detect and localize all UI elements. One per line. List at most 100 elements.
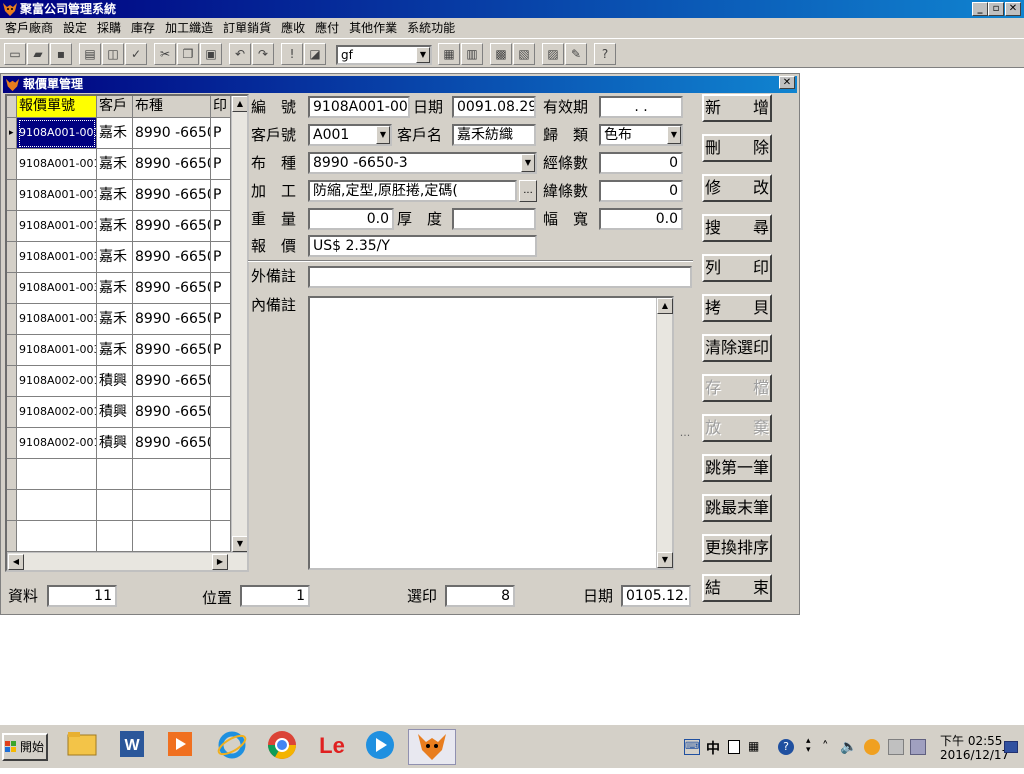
column-header-quote-no[interactable]: 報價單號: [17, 96, 97, 118]
no-field[interactable]: 9108A001-001: [308, 96, 410, 118]
grid-icon[interactable]: ▦: [438, 43, 460, 65]
process-browse-button[interactable]: ...: [519, 180, 537, 202]
first-record-button[interactable]: 跳第一筆: [702, 454, 772, 482]
redo-icon[interactable]: ↷: [252, 43, 274, 65]
word-icon[interactable]: W: [112, 729, 152, 765]
grid-cell-print[interactable]: P: [211, 149, 231, 180]
clock-date[interactable]: 2016/12/17: [940, 748, 1009, 762]
fabric-select[interactable]: 8990 -6650-3 ▼: [308, 152, 537, 174]
help-icon[interactable]: ?: [594, 43, 616, 65]
category-select[interactable]: 色布 ▼: [599, 124, 683, 146]
volume-icon[interactable]: 🔈: [840, 739, 857, 755]
grid-cell-print[interactable]: P: [211, 273, 231, 304]
ime-mode-icon[interactable]: [728, 740, 740, 754]
grid-cell-customer[interactable]: 嘉禾: [97, 304, 133, 335]
warp-field[interactable]: 0: [599, 152, 683, 174]
edit-button[interactable]: 修 改: [702, 174, 772, 202]
menu-item-processing[interactable]: 加工纖造: [160, 18, 218, 38]
row-indicator[interactable]: [7, 180, 17, 211]
ime-settings-icon[interactable]: ▦: [748, 739, 759, 753]
grid-cell-quote-no[interactable]: 9108A002-001: [17, 366, 97, 397]
row-indicator[interactable]: ▸: [7, 118, 17, 149]
scroll-up-icon[interactable]: ▲: [232, 96, 247, 112]
grid-cell-print[interactable]: [211, 366, 231, 397]
menu-item-inventory[interactable]: 庫存: [126, 18, 160, 38]
row-indicator[interactable]: [7, 428, 17, 459]
grid-cell-quote-no[interactable]: 9108A001-003: [17, 335, 97, 366]
weft-field[interactable]: 0: [599, 180, 683, 202]
grid-empty-cell[interactable]: [17, 459, 97, 490]
row-indicator[interactable]: [7, 273, 17, 304]
paste-icon[interactable]: ▣: [200, 43, 222, 65]
grid-cell-print[interactable]: P: [211, 211, 231, 242]
grid-cell-print[interactable]: P: [211, 335, 231, 366]
ime-indicator[interactable]: 中: [706, 738, 720, 758]
grid-cell-fabric[interactable]: 8990 -6650: [133, 273, 211, 304]
grid-horizontal-scrollbar[interactable]: ◀ ▶: [7, 552, 247, 570]
grid-cell-print[interactable]: P: [211, 180, 231, 211]
edit-icon[interactable]: ✎: [565, 43, 587, 65]
clear-selection-button[interactable]: 清除選印: [702, 334, 772, 362]
row-indicator[interactable]: [7, 397, 17, 428]
open-folder-icon[interactable]: ▰: [27, 43, 49, 65]
grid-empty-cell[interactable]: [133, 490, 211, 521]
scroll-left-icon[interactable]: ◀: [8, 554, 24, 570]
last-record-button[interactable]: 跳最末筆: [702, 494, 772, 522]
save-button[interactable]: 存 檔: [702, 374, 772, 402]
grid-cell-quote-no[interactable]: 9108A001-003: [17, 242, 97, 273]
le-app-icon[interactable]: Le: [312, 729, 352, 765]
font-combo[interactable]: gf ▼: [336, 45, 432, 65]
grid-cell-customer[interactable]: 嘉禾: [97, 335, 133, 366]
chevron-down-icon[interactable]: ▼: [667, 126, 681, 144]
date-field[interactable]: 0091.08.29: [452, 96, 536, 118]
chevron-down-icon[interactable]: ▼: [416, 47, 430, 63]
scroll-down-icon[interactable]: ▼: [657, 552, 673, 568]
menu-item-payable[interactable]: 應付: [310, 18, 344, 38]
menu-item-orders[interactable]: 訂單銷貨: [218, 18, 276, 38]
row-indicator[interactable]: [7, 335, 17, 366]
file-explorer-icon[interactable]: [62, 729, 102, 765]
column-header-fabric[interactable]: 布種: [133, 96, 211, 118]
grid-cell-customer[interactable]: 積興: [97, 397, 133, 428]
grid-cell-print[interactable]: P: [211, 242, 231, 273]
grid-cell-fabric[interactable]: 8990 -6650: [133, 335, 211, 366]
price-field[interactable]: US$ 2.35/Y: [308, 235, 537, 257]
search-button[interactable]: 搜 尋: [702, 214, 772, 242]
grid-cell-fabric[interactable]: 8990 -6650: [133, 366, 211, 397]
grid-cell-quote-no[interactable]: 9108A002-001: [17, 428, 97, 459]
grid-empty-cell[interactable]: [133, 521, 211, 552]
column-header-print[interactable]: 印: [211, 96, 231, 118]
grid-cell-customer[interactable]: 嘉禾: [97, 242, 133, 273]
width-field[interactable]: 0.0: [599, 208, 683, 230]
row-indicator[interactable]: [7, 242, 17, 273]
grid-cell-fabric[interactable]: 8990 -6650: [133, 211, 211, 242]
row-indicator[interactable]: [7, 304, 17, 335]
grid-cell-fabric[interactable]: 8990 -6650: [133, 397, 211, 428]
cust-name-field[interactable]: 嘉禾紡織: [452, 124, 536, 146]
grid-cell-quote-no[interactable]: 9108A001-001: [17, 211, 97, 242]
database-icon[interactable]: ▩: [490, 43, 512, 65]
chevron-down-icon[interactable]: ▼: [376, 126, 390, 144]
grid-cell-customer[interactable]: 嘉禾: [97, 118, 133, 149]
column-header-customer[interactable]: 客戶: [97, 96, 133, 118]
thick-field[interactable]: [452, 208, 536, 230]
grid-empty-cell[interactable]: [97, 521, 133, 552]
exclamation-icon[interactable]: !: [281, 43, 303, 65]
spellcheck-icon[interactable]: ✓: [125, 43, 147, 65]
new-file-icon[interactable]: ▭: [4, 43, 26, 65]
row-indicator[interactable]: [7, 490, 17, 521]
add-button[interactable]: 新 增: [702, 94, 772, 122]
grid-cell-quote-no[interactable]: 9108A001-001: [17, 118, 97, 149]
int-note-textarea[interactable]: [308, 296, 674, 570]
form-icon[interactable]: ▥: [461, 43, 483, 65]
grid-cell-fabric[interactable]: 8990 -6650: [133, 242, 211, 273]
int-note-scrollbar[interactable]: ▲ ▼: [656, 298, 673, 568]
grid-cell-print[interactable]: [211, 397, 231, 428]
menu-item-purchase[interactable]: 採購: [92, 18, 126, 38]
grid-vertical-scrollbar[interactable]: ▲ ▼: [231, 96, 247, 552]
chrome-icon[interactable]: [262, 729, 302, 765]
show-hidden-icon[interactable]: ˄: [822, 740, 829, 755]
grid-empty-cell[interactable]: [133, 459, 211, 490]
menu-item-settings[interactable]: 設定: [58, 18, 92, 38]
ie-browser-icon[interactable]: [212, 729, 252, 765]
